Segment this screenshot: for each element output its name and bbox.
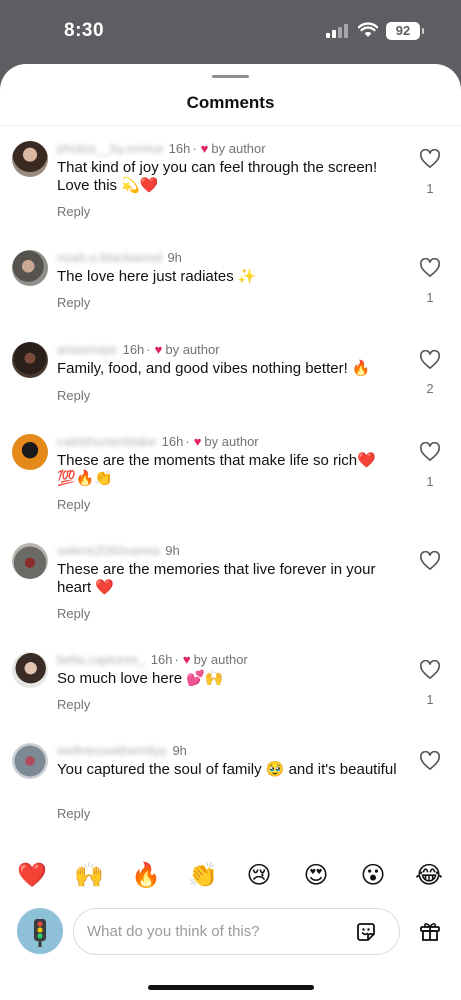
heart-filled-icon: ♥ — [193, 434, 202, 449]
heart-outline-icon[interactable] — [419, 442, 441, 462]
emoji-button[interactable]: 😢 — [243, 861, 275, 891]
wifi-icon — [358, 22, 378, 37]
reply-button[interactable]: Reply — [57, 388, 90, 403]
comment-time: 16h — [122, 342, 145, 357]
emoji-button[interactable]: 👏 — [187, 861, 219, 891]
header-divider — [0, 125, 461, 126]
heart-filled-icon: ♥ — [182, 652, 191, 667]
like-count: 2 — [426, 381, 434, 396]
comment-meta: calebhunterblake 16h · ♥ by author — [57, 434, 259, 450]
comment-input-box — [73, 908, 400, 955]
avatar[interactable] — [12, 543, 48, 579]
reply-button[interactable]: Reply — [57, 806, 90, 821]
by-author-label: by author — [211, 141, 266, 156]
comment-item: bella.captures_ 16h · ♥ by author So much l… — [0, 652, 461, 732]
emoji-button[interactable]: 🔥 — [130, 861, 162, 891]
like-count: 1 — [426, 290, 434, 305]
heart-outline-icon[interactable] — [419, 149, 441, 169]
comment-text: That kind of joy you can feel through th… — [57, 159, 378, 194]
gift-icon[interactable] — [418, 919, 442, 943]
avatar[interactable] — [12, 652, 48, 688]
by-author-label: by author — [204, 434, 259, 449]
comment-text: Family, food, and good vibes nothing bet… — [57, 360, 371, 377]
compose-bar — [0, 905, 461, 957]
like-count: 1 — [426, 474, 434, 489]
comment-meta: noah.o.blackwood 9h — [57, 250, 182, 266]
emoji-button[interactable]: 🙌 — [73, 861, 105, 891]
emoji-button[interactable]: 😂 — [413, 861, 445, 891]
heart-outline-icon[interactable] — [419, 551, 441, 571]
comment-item: ariaartsips 16h · ♥ by author Family, food,… — [0, 342, 461, 422]
username[interactable]: calebhunterblake — [57, 434, 156, 450]
reply-button[interactable]: Reply — [57, 497, 90, 512]
comment-input[interactable] — [87, 909, 337, 954]
avatar[interactable] — [12, 434, 48, 470]
comment-meta: ariaartsips 16h · ♥ by author — [57, 342, 220, 358]
comment-text: The love here just radiates ✨ — [57, 268, 257, 285]
reply-button[interactable]: Reply — [57, 204, 90, 219]
by-author-label: by author — [165, 342, 220, 357]
quick-emoji-bar: ❤️ 🙌 🔥 👏 😢 😍 😮 😂 — [0, 861, 461, 891]
avatar[interactable] — [12, 342, 48, 378]
username[interactable]: selene2060vareia — [57, 543, 160, 559]
username[interactable]: noah.o.blackwood — [57, 250, 162, 266]
reply-button[interactable]: Reply — [57, 697, 90, 712]
emoji-button[interactable]: 😮 — [357, 861, 389, 891]
my-avatar[interactable] — [17, 908, 63, 954]
sheet-title: Comments — [186, 93, 275, 112]
comment-meta: bella.captures_ 16h · ♥ by author — [57, 652, 248, 668]
comment-text: These are the memories that live forever… — [57, 561, 376, 596]
comment-meta: photos__by.emma 16h · ♥ by author — [57, 141, 266, 157]
sheet-grabber[interactable] — [212, 75, 249, 78]
heart-filled-icon: ♥ — [200, 141, 209, 156]
comment-text: These are the moments that make life so … — [57, 452, 376, 487]
reply-button[interactable]: Reply — [57, 295, 90, 310]
comment-item: noah.o.blackwood 9h The love here just r… — [0, 250, 461, 325]
heart-filled-icon: ♥ — [154, 342, 163, 357]
signal-icon — [326, 24, 348, 38]
comment-time: 9h — [167, 250, 182, 265]
comment-meta: wellnesswithemilyy 9h — [57, 743, 187, 759]
battery-icon: 92 — [386, 22, 424, 40]
home-indicator — [148, 985, 314, 990]
like-count: 1 — [426, 181, 434, 196]
heart-outline-icon[interactable] — [419, 660, 441, 680]
comment-meta: selene2060vareia 9h — [57, 543, 180, 559]
by-author-label: by author — [193, 652, 248, 667]
comment-text: You captured the soul of family 🥹 and it… — [57, 761, 397, 778]
comment-time: 16h — [161, 434, 184, 449]
comment-item: selene2060vareia 9h These are the memori… — [0, 543, 461, 638]
heart-outline-icon[interactable] — [419, 258, 441, 278]
comment-item: photos__by.emma 16h · ♥ by author That kind… — [0, 141, 461, 231]
avatar[interactable] — [12, 141, 48, 177]
comment-time: 9h — [165, 543, 180, 558]
comment-text: So much love here 💕🙌 — [57, 670, 224, 687]
comment-time: 9h — [172, 743, 187, 758]
comments-sheet: Comments photos__by.emma 16h · ♥ by author … — [0, 64, 461, 1000]
comment-item: calebhunterblake 16h · ♥ by author These ar… — [0, 434, 461, 529]
status-bar: 8:30 92 — [0, 0, 461, 64]
avatar[interactable] — [12, 743, 48, 779]
username[interactable]: ariaartsips — [57, 342, 117, 358]
comment-item: wellnesswithemilyy 9h You captured the s… — [0, 743, 461, 838]
heart-outline-icon[interactable] — [419, 350, 441, 370]
reply-button[interactable]: Reply — [57, 606, 90, 621]
status-time: 8:30 — [64, 20, 105, 41]
heart-outline-icon[interactable] — [419, 751, 441, 771]
comment-time: 16h — [150, 652, 173, 667]
sticker-icon[interactable] — [354, 920, 378, 944]
like-count: 1 — [426, 692, 434, 707]
comment-time: 16h — [168, 141, 191, 156]
username[interactable]: photos__by.emma — [57, 141, 163, 157]
username[interactable]: bella.captures_ — [57, 652, 145, 668]
emoji-button[interactable]: ❤️ — [16, 861, 48, 891]
username[interactable]: wellnesswithemilyy — [57, 743, 167, 759]
avatar[interactable] — [12, 250, 48, 286]
emoji-button[interactable]: 😍 — [300, 861, 332, 891]
